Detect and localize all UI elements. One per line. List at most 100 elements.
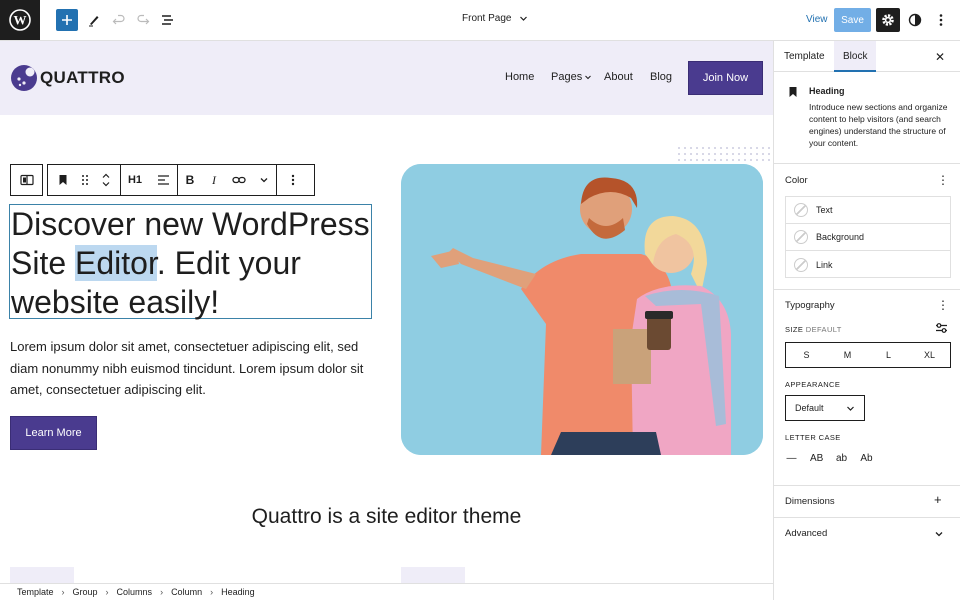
advanced-panel-title[interactable]: Advanced <box>785 528 827 539</box>
column-placeholder <box>10 567 74 583</box>
chevron-down-icon[interactable] <box>934 530 944 538</box>
letter-case-none[interactable]: — <box>785 453 798 464</box>
appearance-select[interactable]: Default <box>785 395 865 421</box>
size-option-l[interactable]: L <box>868 343 909 367</box>
redo-icon[interactable] <box>132 9 154 31</box>
color-options-icon[interactable]: ⋮ <box>937 174 949 186</box>
view-button[interactable]: View <box>806 14 828 25</box>
letter-case-options: — AB ab Ab <box>785 453 873 464</box>
breadcrumb-item[interactable]: Columns <box>117 587 153 597</box>
breadcrumb-item[interactable]: Column <box>171 587 202 597</box>
tab-template[interactable]: Template <box>784 51 825 62</box>
plus-icon[interactable]: + <box>934 492 942 507</box>
edit-pencil-icon[interactable] <box>83 9 105 31</box>
learn-more-button[interactable]: Learn More <box>10 416 97 450</box>
heading-level-button[interactable]: H1 <box>121 165 149 195</box>
block-description: Introduce new sections and organize cont… <box>809 102 948 148</box>
chevron-right-icon: › <box>61 587 65 597</box>
typography-panel-title[interactable]: Typography <box>785 300 835 311</box>
parent-block-selector[interactable] <box>10 164 43 196</box>
add-block-button[interactable] <box>56 9 78 31</box>
size-option-xl[interactable]: XL <box>909 343 950 367</box>
hero-paragraph[interactable]: Lorem ipsum dolor sit amet, consectetuer… <box>10 336 370 401</box>
letter-case-label: LETTER CASE <box>785 433 841 442</box>
document-title[interactable]: Front Page <box>462 13 528 24</box>
section-heading[interactable]: Quattro is a site editor theme <box>0 505 773 529</box>
columns-block-icon[interactable] <box>11 165 42 195</box>
hero-image[interactable] <box>401 164 763 455</box>
chevron-right-icon: › <box>210 587 214 597</box>
chevron-down-icon <box>847 406 854 411</box>
quattro-logo-icon <box>11 65 37 91</box>
undo-icon[interactable] <box>108 9 130 31</box>
block-name: Heading <box>809 86 845 96</box>
settings-gear-icon[interactable] <box>876 8 900 32</box>
nav-home-link[interactable]: Home <box>505 71 534 83</box>
color-swatch-icon <box>794 257 808 272</box>
close-icon[interactable]: ✕ <box>935 50 945 64</box>
letter-case-lowercase[interactable]: ab <box>835 453 848 464</box>
site-logo[interactable]: QUATTRO <box>10 64 125 92</box>
letter-case-capitalize[interactable]: Ab <box>860 453 873 464</box>
move-up-down-arrows[interactable] <box>92 165 120 195</box>
italic-button[interactable]: I <box>202 165 226 195</box>
svg-text:W: W <box>14 13 27 28</box>
nav-pages-label: Pages <box>551 71 583 83</box>
more-options-icon[interactable] <box>930 9 952 31</box>
block-options-icon[interactable] <box>277 165 309 195</box>
nav-pages-link[interactable]: Pages <box>551 71 592 83</box>
custom-size-sliders-icon[interactable] <box>935 322 948 334</box>
color-settings-list: Text Background Link <box>785 196 951 278</box>
chevron-down-icon <box>585 75 592 80</box>
color-swatch-icon <box>794 203 808 217</box>
size-option-m[interactable]: M <box>827 343 868 367</box>
list-view-icon[interactable] <box>156 9 178 31</box>
size-option-s[interactable]: S <box>786 343 827 367</box>
appearance-value: Default <box>795 403 824 413</box>
link-icon[interactable] <box>226 165 252 195</box>
color-item-link[interactable]: Link <box>786 251 950 278</box>
settings-sidebar: Template Block ✕ Heading Introduce new s… <box>773 41 960 600</box>
heading-bookmark-icon <box>789 87 797 97</box>
nav-about-link[interactable]: About <box>604 71 633 83</box>
chevron-right-icon: › <box>105 587 109 597</box>
drag-handle-icon[interactable] <box>78 165 92 195</box>
decorative-dots <box>676 145 773 165</box>
color-item-text[interactable]: Text <box>786 197 950 224</box>
bold-button[interactable]: B <box>178 165 202 195</box>
panel-divider <box>774 485 960 486</box>
sidebar-tabs: Template Block ✕ <box>774 41 960 72</box>
chevron-up-icon[interactable] <box>101 172 111 179</box>
letter-case-uppercase[interactable]: AB <box>810 453 823 464</box>
nav-blog-link[interactable]: Blog <box>650 71 672 83</box>
tab-block[interactable]: Block <box>843 51 867 62</box>
chevron-right-icon: › <box>160 587 164 597</box>
wordpress-logo-icon[interactable]: W <box>0 0 40 40</box>
breadcrumb-item[interactable]: Template <box>17 587 54 597</box>
block-toolbar: H1 B I <box>47 164 315 196</box>
size-label-text: SIZE <box>785 325 804 334</box>
chevron-down-icon[interactable] <box>101 181 111 188</box>
heading-bookmark-icon[interactable] <box>48 165 78 195</box>
editor-top-bar: W Front Page View Save <box>0 0 960 41</box>
typography-options-icon[interactable]: ⋮ <box>937 299 949 311</box>
panel-divider <box>774 517 960 518</box>
hero-heading[interactable]: Discover new WordPress Site Editor. Edit… <box>9 204 372 320</box>
color-panel-title[interactable]: Color <box>785 175 808 186</box>
size-label: SIZE DEFAULT <box>785 325 842 334</box>
panel-divider <box>774 289 960 290</box>
save-button[interactable]: Save <box>834 8 871 32</box>
color-item-label: Link <box>816 259 833 270</box>
size-value: DEFAULT <box>805 325 842 334</box>
dimensions-panel-title[interactable]: Dimensions <box>785 496 835 507</box>
color-item-label: Text <box>816 205 833 215</box>
join-now-button[interactable]: Join Now <box>688 61 763 95</box>
color-item-background[interactable]: Background <box>786 224 950 251</box>
styles-contrast-icon[interactable] <box>904 9 926 31</box>
align-left-icon[interactable] <box>149 165 177 195</box>
more-formats-chevron-icon[interactable] <box>252 165 276 195</box>
breadcrumb-item[interactable]: Heading <box>221 587 255 597</box>
color-item-label: Background <box>816 232 865 242</box>
column-placeholder <box>401 567 465 583</box>
breadcrumb-item[interactable]: Group <box>73 587 98 597</box>
